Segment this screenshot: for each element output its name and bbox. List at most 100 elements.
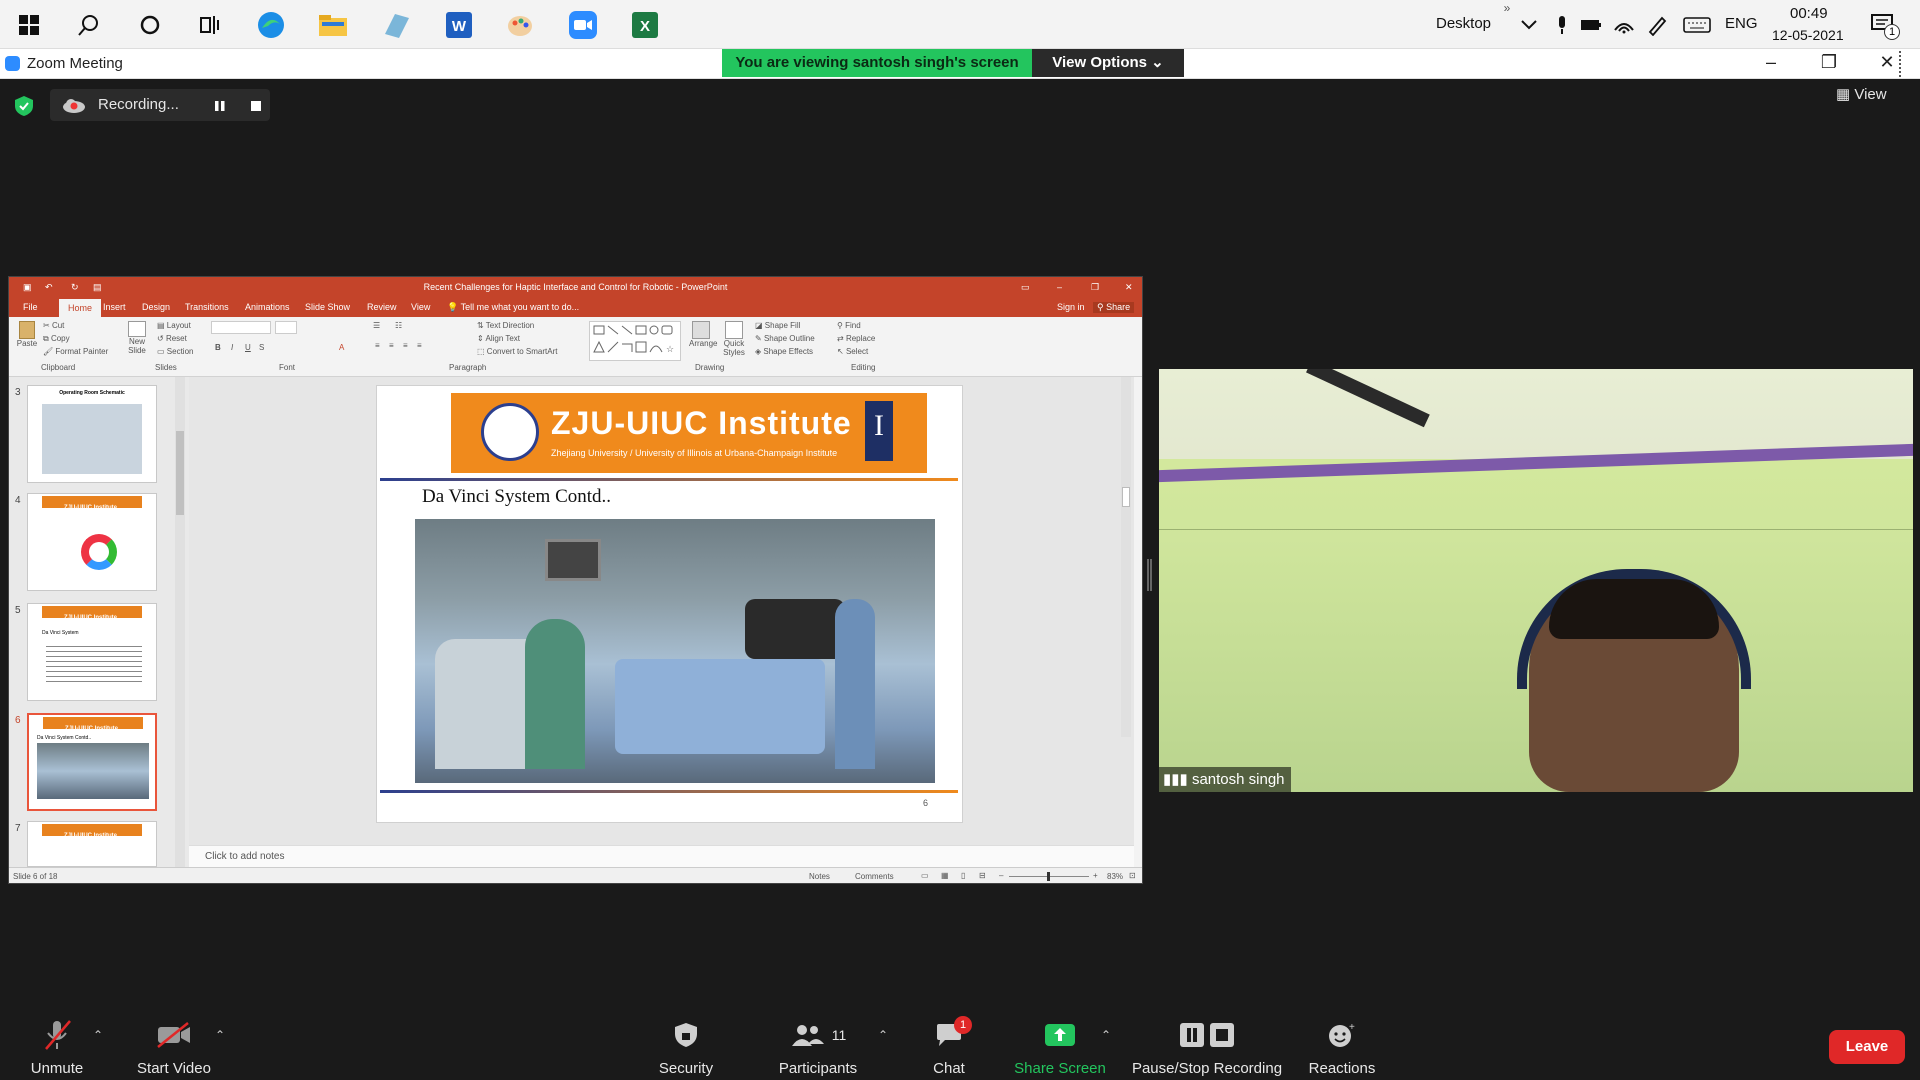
zoom-percent[interactable]: 83%	[1107, 872, 1123, 881]
justify-icon[interactable]: ≡	[417, 341, 422, 350]
tab-animations[interactable]: Animations	[245, 302, 290, 312]
ppt-minimize-icon[interactable]: –	[1057, 277, 1062, 297]
file-explorer-icon[interactable]	[316, 8, 350, 42]
notes-toggle[interactable]: Notes	[809, 872, 830, 881]
zoom-in-icon[interactable]: +	[1093, 871, 1098, 880]
pen-icon[interactable]	[1640, 8, 1674, 42]
notes-pane[interactable]: Click to add notes	[189, 845, 1134, 867]
app-icon-blue[interactable]	[379, 8, 413, 42]
tab-file[interactable]: File	[23, 302, 38, 312]
task-view-icon[interactable]	[192, 8, 226, 42]
select-button[interactable]: ↖ Select	[837, 347, 868, 356]
shape-effects-button[interactable]: ◈ Shape Effects	[755, 347, 813, 356]
replace-button[interactable]: ⇄ Replace	[837, 334, 875, 343]
share-screen-button[interactable]: Share Screen	[1014, 1018, 1106, 1077]
tab-design[interactable]: Design	[142, 302, 170, 312]
view-button[interactable]: ▦ View	[1836, 85, 1912, 111]
fit-slide-icon[interactable]: ⊡	[1129, 871, 1136, 880]
shapes-gallery[interactable]: ☆	[589, 321, 681, 361]
word-icon[interactable]: W	[442, 8, 476, 42]
slide-sorter-icon[interactable]: ▦	[941, 871, 949, 880]
participants-options-caret-icon[interactable]: ⌃	[878, 1028, 888, 1042]
normal-view-icon[interactable]: ▭	[921, 871, 929, 880]
shape-fill-button[interactable]: ◪ Shape Fill	[755, 321, 800, 330]
surgery-room-photo[interactable]	[415, 519, 935, 783]
chevron-down-icon[interactable]	[1512, 8, 1546, 42]
resize-handle[interactable]	[1899, 51, 1904, 77]
tab-insert[interactable]: Insert	[103, 302, 126, 312]
zoom-app-icon[interactable]	[566, 8, 600, 42]
battery-icon[interactable]	[1574, 8, 1608, 42]
sign-in-link[interactable]: Sign in	[1057, 302, 1085, 312]
convert-smartart-button[interactable]: ⬚ Convert to SmartArt	[477, 347, 557, 356]
tab-home[interactable]: Home	[59, 299, 101, 317]
security-button[interactable]: Security	[654, 1018, 718, 1077]
clock-time[interactable]: 00:49	[1790, 5, 1828, 22]
participants-button[interactable]: 11 Participants	[774, 1018, 862, 1077]
clock-date[interactable]: 12-05-2021	[1772, 27, 1844, 43]
align-right-icon[interactable]: ≡	[403, 341, 408, 350]
layout-button[interactable]: ▤ Layout	[157, 321, 191, 330]
slide-thumbnail[interactable]: ZJU-UIUC Institute Da Vinci System	[27, 603, 157, 701]
slide-heading[interactable]: Da Vinci System Contd..	[422, 486, 611, 508]
language-indicator[interactable]: ENG	[1725, 15, 1758, 32]
bullets-icon[interactable]: ☰	[373, 321, 380, 330]
slideshow-view-icon[interactable]: ⊟	[979, 871, 986, 880]
search-icon[interactable]	[72, 8, 106, 42]
slide-thumbnail[interactable]: ZJU-UIUC Institute	[27, 821, 157, 867]
copy-button[interactable]: ⧉ Copy	[43, 334, 70, 344]
video-options-caret-icon[interactable]: ⌃	[215, 1028, 225, 1042]
chat-button[interactable]: 1 Chat	[926, 1016, 972, 1077]
zoom-slider[interactable]	[1009, 872, 1089, 881]
zoom-slider-thumb[interactable]	[1047, 872, 1050, 881]
stop-recording-icon[interactable]	[250, 99, 262, 117]
encryption-shield-icon[interactable]	[14, 95, 34, 122]
edge-icon[interactable]	[254, 8, 288, 42]
strikethrough-icon[interactable]: S	[259, 343, 264, 352]
find-button[interactable]: ⚲ Find	[837, 321, 861, 330]
paint-icon[interactable]	[503, 8, 537, 42]
unmute-button[interactable]: Unmute	[25, 1018, 89, 1077]
tab-review[interactable]: Review	[367, 302, 397, 312]
quick-styles-button[interactable]: Quick Styles	[721, 321, 747, 357]
font-color-icon[interactable]: A	[339, 343, 344, 352]
align-left-icon[interactable]: ≡	[375, 341, 380, 350]
excel-icon[interactable]: X	[628, 8, 662, 42]
ribbon-display-icon[interactable]: ▭	[1021, 277, 1030, 297]
share-button[interactable]: ⚲ Share	[1093, 302, 1135, 313]
keyboard-icon[interactable]	[1680, 8, 1714, 42]
italic-icon[interactable]: I	[231, 343, 233, 352]
text-direction-button[interactable]: ⇅ Text Direction	[477, 321, 534, 330]
windows-start-icon[interactable]	[12, 8, 46, 42]
participant-video-tile[interactable]: ▮▮▮ santosh singh	[1159, 369, 1913, 792]
panel-splitter-handle[interactable]	[1147, 559, 1152, 591]
reading-view-icon[interactable]: ▯	[961, 871, 965, 880]
share-options-caret-icon[interactable]: ⌃	[1101, 1028, 1111, 1042]
leave-button[interactable]: Leave	[1829, 1030, 1905, 1064]
cut-button[interactable]: ✂ Cut	[43, 321, 64, 330]
tab-view[interactable]: View	[411, 302, 430, 312]
cortana-icon[interactable]	[133, 8, 167, 42]
pause-recording-icon[interactable]	[214, 99, 226, 117]
zoom-out-icon[interactable]: –	[999, 871, 1003, 880]
ppt-restore-icon[interactable]: ❐	[1091, 277, 1099, 297]
font-name-box[interactable]	[211, 321, 271, 334]
slide-thumbnail-selected[interactable]: ZJU-UIUC Institute Da Vinci System Contd…	[27, 713, 157, 811]
pause-stop-recording-button[interactable]: Pause/Stop Recording	[1131, 1018, 1283, 1077]
canvas-scrollbar[interactable]	[1121, 377, 1131, 737]
section-button[interactable]: ▭ Section	[157, 347, 193, 356]
audio-options-caret-icon[interactable]: ⌃	[93, 1028, 103, 1042]
shape-outline-button[interactable]: ✎ Shape Outline	[755, 334, 815, 343]
tab-slide-show[interactable]: Slide Show	[305, 302, 350, 312]
slide-thumbnail[interactable]: Operating Room Schematic	[27, 385, 157, 483]
new-slide-button[interactable]: New Slide	[123, 321, 151, 355]
reset-button[interactable]: ↺ Reset	[157, 334, 187, 343]
arrange-button[interactable]: Arrange	[689, 321, 717, 348]
align-center-icon[interactable]: ≡	[389, 341, 394, 350]
underline-icon[interactable]: U	[245, 343, 251, 352]
tab-transitions[interactable]: Transitions	[185, 302, 229, 312]
comments-toggle[interactable]: Comments	[855, 872, 894, 881]
current-slide[interactable]: ZJU-UIUC Institute Zhejiang University /…	[376, 385, 963, 823]
canvas-scrollbar-thumb[interactable]	[1122, 487, 1130, 507]
paste-button[interactable]: Paste	[15, 321, 39, 357]
